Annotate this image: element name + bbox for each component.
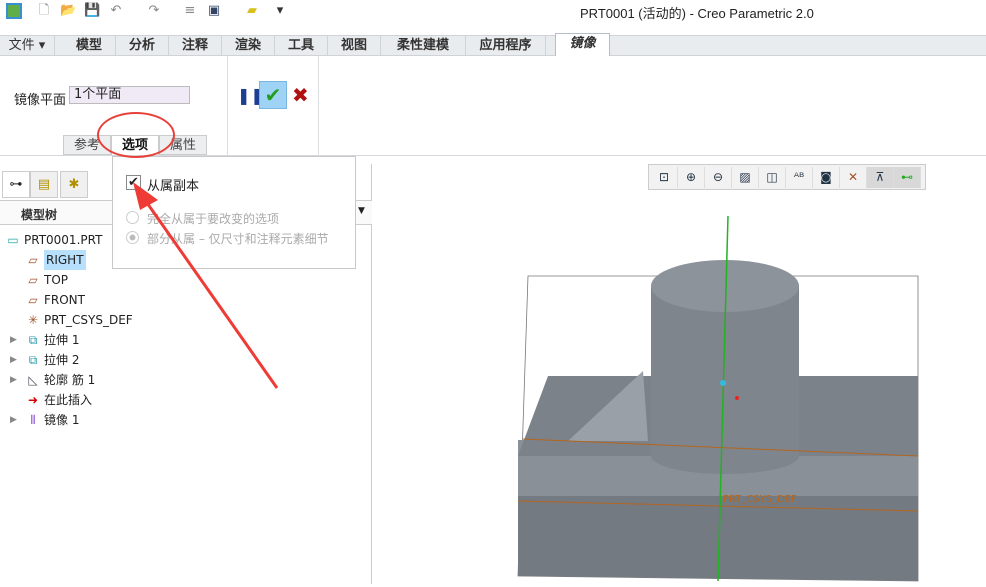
annotation-arrow — [133, 182, 279, 389]
